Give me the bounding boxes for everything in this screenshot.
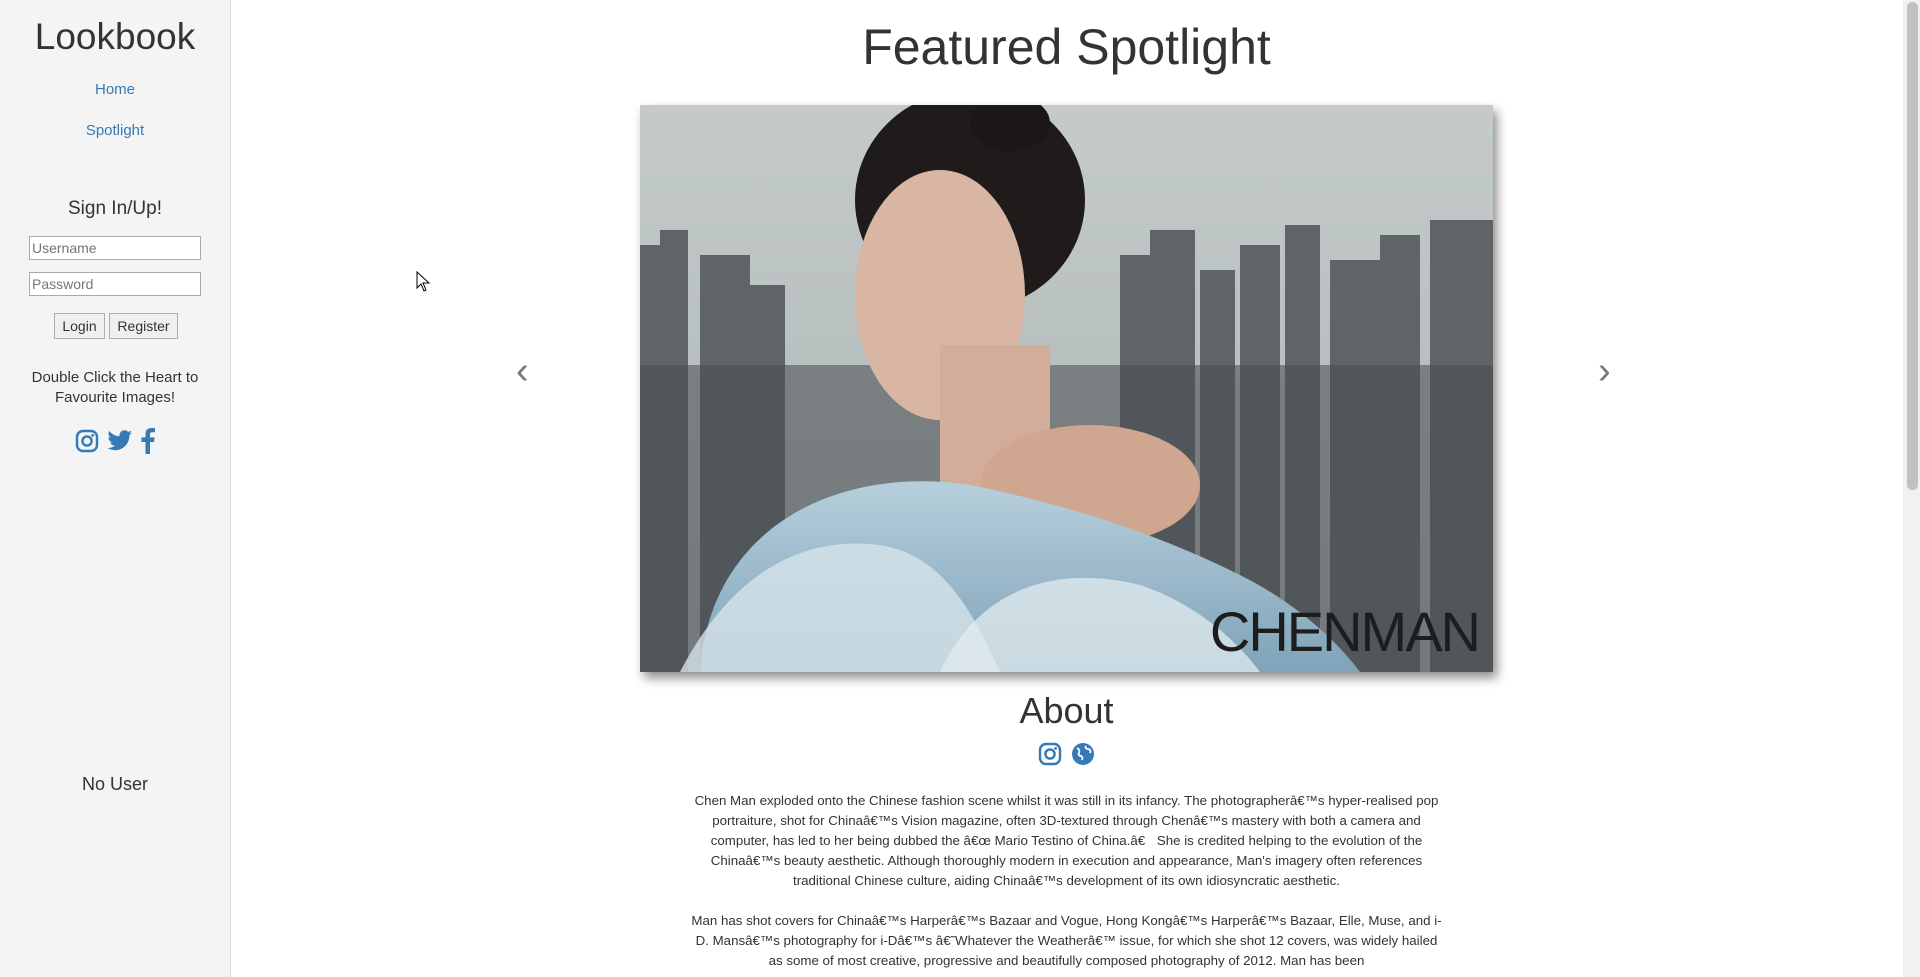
brand-title: Lookbook — [34, 16, 196, 57]
login-button[interactable]: Login — [54, 313, 105, 339]
page-title: Featured Spotlight — [862, 19, 1271, 75]
nav-link-spotlight[interactable]: Spotlight — [0, 122, 230, 139]
about-paragraph-1: Chen Man exploded onto the Chinese fashi… — [694, 793, 1439, 888]
globe-icon[interactable] — [1071, 742, 1095, 771]
about-paragraph-2: Man has shot covers for Chinaâ€™s Harper… — [691, 913, 1442, 968]
mouse-cursor-icon — [416, 271, 431, 292]
photo-illustration — [640, 105, 1493, 672]
instagram-icon[interactable] — [1038, 742, 1062, 771]
username-input[interactable] — [29, 236, 201, 260]
facebook-icon[interactable] — [141, 428, 156, 459]
scrollbar-thumb[interactable] — [1907, 2, 1918, 490]
carousel-next-button[interactable]: › — [1598, 352, 1611, 390]
photo-caption: CHENMAN — [1209, 600, 1481, 663]
user-status: No User — [81, 774, 148, 794]
register-button[interactable]: Register — [109, 313, 178, 339]
nav-link-home[interactable]: Home — [0, 81, 230, 98]
about-heading: About — [1019, 690, 1114, 731]
twitter-icon[interactable] — [107, 430, 133, 457]
social-links — [0, 428, 230, 459]
about-links — [230, 742, 1903, 771]
carousel-prev-button[interactable]: ‹ — [516, 352, 529, 390]
page-scrollbar[interactable] — [1903, 0, 1920, 977]
sidebar: Lookbook Home Spotlight Sign In/Up! Logi… — [0, 0, 231, 977]
instagram-icon[interactable] — [75, 429, 99, 458]
password-input[interactable] — [29, 272, 201, 296]
signin-heading: Sign In/Up! — [68, 198, 162, 219]
spotlight-photo[interactable]: CHENMAN — [640, 105, 1493, 672]
favourite-hint: Double Click the Heart to Favourite Imag… — [31, 369, 199, 406]
